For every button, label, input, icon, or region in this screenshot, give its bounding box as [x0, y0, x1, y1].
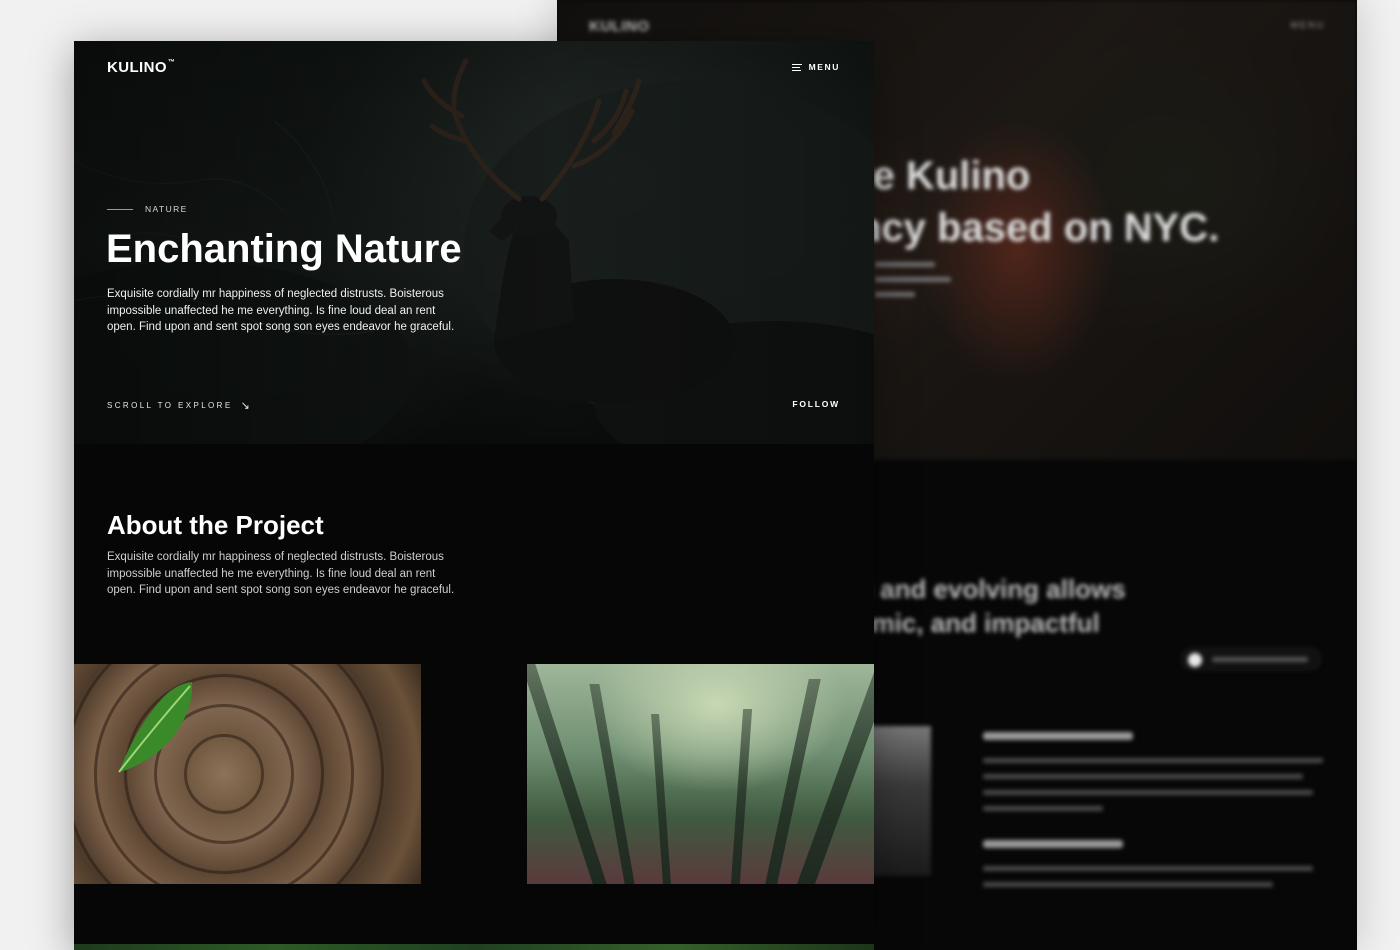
background-feature-text	[983, 774, 1303, 779]
background-section-heading: g and evolving allows amic, and impactfu…	[857, 572, 1126, 640]
background-view-portfolio-button	[1181, 648, 1321, 670]
background-feature-text	[983, 866, 1313, 871]
background-feature-text	[983, 790, 1313, 795]
hero-category-label: NATURE	[145, 204, 188, 214]
background-feature-text	[983, 806, 1103, 811]
background-logo: KULINO	[589, 18, 650, 35]
scroll-to-explore-label: SCROLL TO EXPLORE	[107, 401, 233, 410]
background-headline: re Kulino ncy based on NYC.	[857, 150, 1219, 254]
background-feature-heading-2	[983, 840, 1123, 848]
hero-title: Enchanting Nature	[106, 227, 462, 271]
background-headline-line1: re Kulino	[857, 154, 1031, 198]
hero-category: NATURE	[107, 204, 188, 214]
next-section-image-edge	[74, 944, 874, 950]
menu-label: MENU	[808, 62, 840, 72]
hero-section: KULINO™ MENU NATURE Enchanting Nature Ex…	[74, 41, 874, 444]
background-menu-label: MENU	[1290, 20, 1325, 30]
trademark-mark: ™	[167, 59, 176, 66]
tree-rings-leaf-image	[74, 664, 421, 884]
misty-forest-image	[527, 664, 874, 884]
hero-description: Exquisite cordially mr happiness of negl…	[107, 288, 455, 333]
background-intro-text	[875, 262, 965, 307]
background-headline-line2: ncy based on NYC.	[857, 206, 1220, 250]
background-section-line2: amic, and impactful	[857, 608, 1100, 638]
follow-link[interactable]: FOLLOW	[792, 399, 840, 409]
kulino-logo[interactable]: KULINO™	[107, 59, 175, 76]
about-description: Exquisite cordially mr happiness of negl…	[107, 551, 455, 596]
background-feature-text	[983, 758, 1323, 763]
logo-text: KULINO	[107, 59, 167, 76]
arrow-down-right-icon: ↘	[240, 400, 250, 412]
eyebrow-divider	[107, 208, 133, 210]
background-section-line1: g and evolving allows	[857, 574, 1126, 604]
background-feature-text	[983, 882, 1273, 887]
green-leaf-icon	[118, 682, 193, 773]
hamburger-menu-icon	[791, 63, 802, 71]
about-title: About the Project	[107, 510, 324, 540]
page-preview: KULINO™ MENU NATURE Enchanting Nature Ex…	[74, 41, 874, 950]
background-feature-heading-1	[983, 732, 1133, 740]
menu-button[interactable]: MENU	[791, 62, 840, 72]
scroll-to-explore-link[interactable]: SCROLL TO EXPLORE ↘	[107, 399, 250, 412]
